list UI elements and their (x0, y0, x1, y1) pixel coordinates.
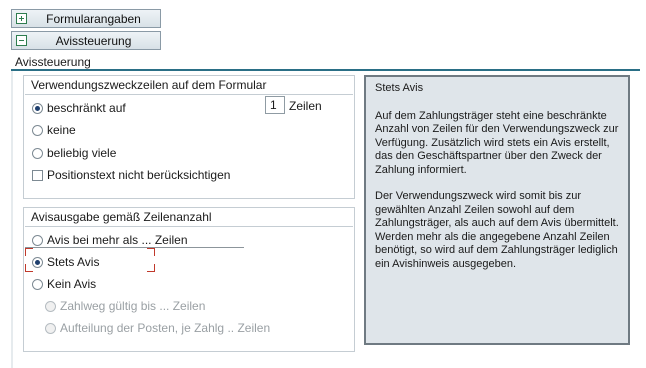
help-paragraph: Der Verwendungszweck wird somit bis zur … (375, 190, 619, 270)
radio-aufteilung[interactable]: Aufteilung der Posten, je Zahlg .. Zeile… (45, 321, 270, 335)
left-gutter (11, 71, 13, 368)
group-title: Avisausgabe gemäß Zeilenanzahl (31, 210, 212, 224)
radio-beliebig[interactable]: beliebig viele (32, 146, 116, 160)
radio-label: beschränkt auf (47, 101, 126, 115)
group-verwendungszweckzeilen: Verwendungszweckzeilen auf dem Formular … (23, 75, 355, 199)
radio-button[interactable] (45, 300, 56, 312)
radio-button[interactable] (32, 147, 43, 159)
checkbox-positionstext[interactable]: Positionstext nicht berücksichtigen (32, 168, 230, 182)
tab-label: Avissteuerung (55, 33, 132, 48)
line-count-input[interactable]: 1 (265, 96, 285, 114)
radio-label: Aufteilung der Posten, je Zahlg .. Zeile… (60, 321, 271, 335)
help-title: Stets Avis (375, 82, 424, 94)
expand-plus-icon (16, 13, 27, 24)
tab-label: Formularangaben (46, 11, 141, 26)
radio-beschraenkt[interactable]: beschränkt auf (32, 101, 126, 115)
radio-label: Avis bei mehr als ... Zeilen (47, 233, 188, 247)
tab-formularangaben[interactable]: Formularangaben (11, 9, 161, 28)
section-title: Avissteuerung (15, 55, 91, 69)
line-count-unit: Zeilen (289, 99, 322, 113)
divider (25, 226, 353, 227)
radio-button[interactable] (32, 234, 43, 246)
collapse-minus-icon (16, 35, 27, 46)
radio-keine[interactable]: keine (32, 123, 76, 137)
radio-button[interactable] (45, 322, 56, 334)
help-panel: Stets Avis Auf dem Zahlungsträger steht … (364, 75, 630, 345)
radio-avis-bei-mehr[interactable]: Avis bei mehr als ... Zeilen (32, 233, 188, 247)
radio-label: keine (47, 123, 76, 137)
tab-avissteuerung[interactable]: Avissteuerung (11, 31, 161, 50)
divider (25, 94, 353, 95)
radio-button[interactable] (32, 278, 43, 290)
radio-label: Zahlweg gültig bis ... Zeilen (60, 299, 206, 313)
checkbox[interactable] (32, 169, 43, 181)
radio-label: Kein Avis (47, 277, 97, 291)
help-paragraph: Auf dem Zahlungsträger steht eine beschr… (375, 109, 619, 176)
group-title: Verwendungszweckzeilen auf dem Formular (31, 78, 267, 92)
focus-indicator (25, 248, 155, 272)
section-divider (11, 69, 640, 71)
radio-zahlweg[interactable]: Zahlweg gültig bis ... Zeilen (45, 299, 205, 313)
group-avisausgabe: Avisausgabe gemäß Zeilenanzahl Avis bei … (23, 207, 355, 352)
checkbox-label: Positionstext nicht berücksichtigen (47, 168, 231, 182)
radio-button[interactable] (32, 102, 43, 114)
radio-label: beliebig viele (47, 146, 117, 160)
radio-button[interactable] (32, 124, 43, 136)
radio-kein-avis[interactable]: Kein Avis (32, 277, 96, 291)
